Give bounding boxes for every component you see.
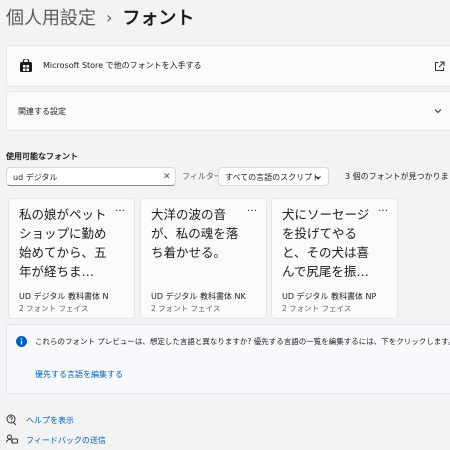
feedback-icon [6,434,18,444]
font-face-count: 2 フォント フェイス [282,304,352,313]
font-sample-text: 大洋の波の音が、私の魂を落ち着かせる。 [151,207,239,260]
font-sample-text: 犬にソーセージを投げてやると、その犬は喜んで尻尾を振… [282,207,370,279]
font-name: UD デジタル 教科書体 NP [282,292,377,301]
get-help-label: ヘルプを表示 [26,415,74,425]
send-feedback-link[interactable]: フィードバックの送信 [6,434,106,446]
breadcrumb-parent[interactable]: 個人用設定 [6,4,96,30]
related-settings-label: 関連する設定 [18,107,66,116]
chevron-down-icon [434,109,442,114]
send-feedback-label: フィードバックの送信 [26,435,106,445]
page-title: フォント [122,8,195,29]
get-more-fonts-label: Microsoft Store で他のフォントを入手する [43,61,202,70]
help-icon [6,414,17,426]
more-options-icon[interactable]: … [247,203,257,214]
language-filter-value: すべての言語のスクリプト [225,173,321,182]
more-options-icon[interactable]: … [115,203,125,214]
font-face-count: 2 フォント フェイス [151,304,221,313]
font-sample-text: 私の娘がペットショップに勤め始めてから、五年が経ちま… [19,207,107,279]
get-more-fonts-row[interactable]: Microsoft Store で他のフォントを入手する [6,45,450,87]
clear-search-icon[interactable]: ✕ [163,172,171,182]
breadcrumb: 個人用設定 › フォント [6,4,194,30]
font-card[interactable]: 大洋の波の音が、私の魂を落ち着かせる。 … UD デジタル 教科書体 NK 2 … [140,198,267,319]
related-settings-row[interactable]: 関連する設定 [6,91,450,131]
chevron-down-icon [315,176,321,180]
fonts-found-count: 3 個のフォントが見つかりました [345,172,450,181]
font-search-input[interactable]: ud デジタル ✕ [6,167,176,186]
edit-preferred-languages-link[interactable]: 優先する言語を編集する [35,369,123,380]
font-search-value: ud デジタル [13,173,58,182]
font-name: UD デジタル 教科書体 NK [151,292,246,301]
info-message: これらのフォント プレビューは、想定した言語と異なりますか? 優先する言語の一覧… [35,337,450,346]
font-card[interactable]: 私の娘がペットショップに勤め始めてから、五年が経ちま… … UD デジタル 教科… [8,198,135,319]
font-name: UD デジタル 教科書体 N [19,292,109,301]
chevron-right-icon: › [106,7,113,27]
open-external-icon [435,61,445,71]
store-icon [20,59,32,72]
language-filter-dropdown[interactable]: すべての言語のスクリプト [218,167,329,186]
more-options-icon[interactable]: … [378,203,388,214]
language-info-bar: これらのフォント プレビューは、想定した言語と異なりますか? 優先する言語の一覧… [6,324,450,394]
info-icon [16,336,27,347]
get-help-link[interactable]: ヘルプを表示 [6,414,74,426]
available-fonts-title: 使用可能なフォント [6,152,78,161]
font-face-count: 2 フォント フェイス [19,304,89,313]
font-card[interactable]: 犬にソーセージを投げてやると、その犬は喜んで尻尾を振… … UD デジタル 教科… [271,198,398,319]
